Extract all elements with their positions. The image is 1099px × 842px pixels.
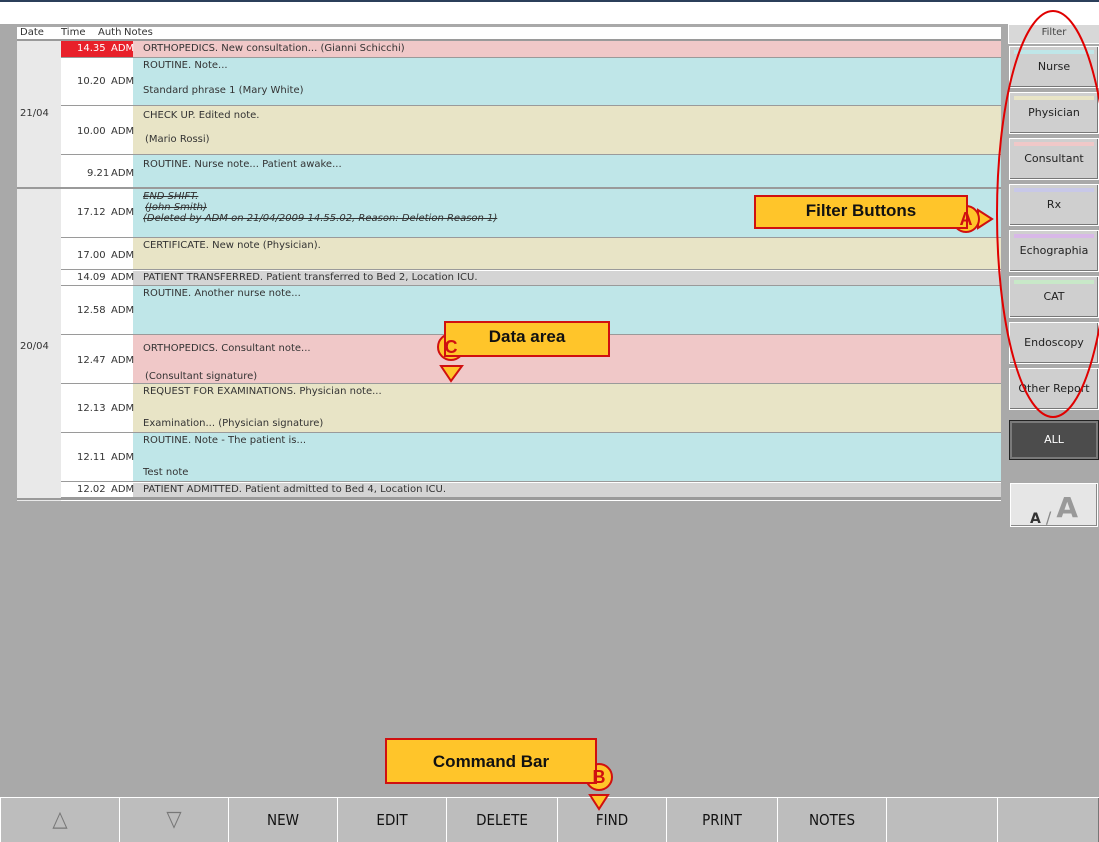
annotation-overlay: [437, 10, 1099, 811]
callout-badge-c: C: [444, 337, 458, 357]
pin-b-arrow: [588, 794, 610, 811]
callout-filter-buttons: Filter Buttons: [754, 195, 968, 229]
pin-c-arrow: [439, 365, 464, 383]
callout-badge-a: A: [959, 209, 973, 229]
callout-data-area: Data area: [444, 321, 610, 357]
callout-command-bar: Command Bar: [385, 738, 597, 784]
callout-badge-b: B: [592, 767, 606, 787]
pin-a-arrow: [977, 208, 994, 230]
filter-highlight-ellipse: [996, 10, 1099, 418]
